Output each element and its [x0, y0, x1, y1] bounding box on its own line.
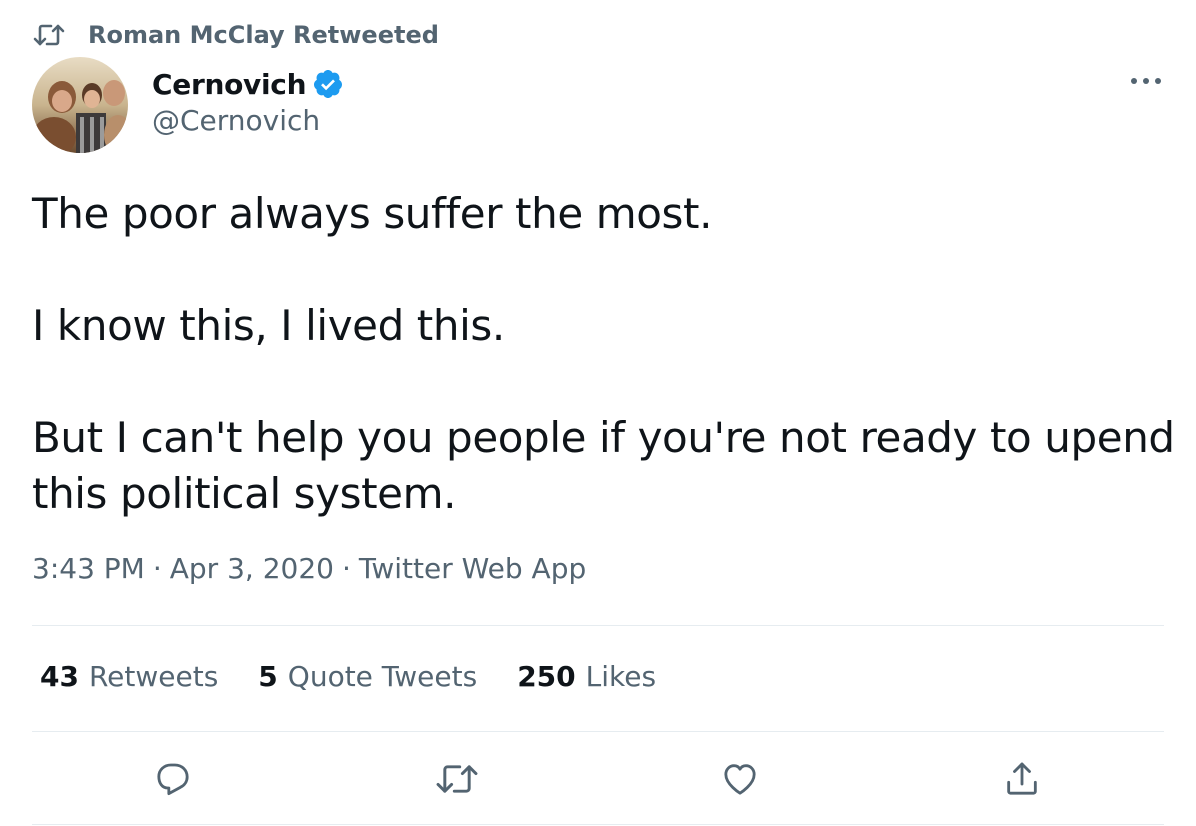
- tweet-line: I know this, I lived this.: [32, 301, 505, 350]
- tweet-time[interactable]: 3:43 PM: [32, 552, 145, 585]
- divider: [32, 731, 1164, 732]
- like-icon[interactable]: [715, 754, 765, 804]
- retweets-stat[interactable]: 43 Retweets: [40, 660, 218, 693]
- likes-label: Likes: [585, 660, 657, 693]
- retweeted-by-label[interactable]: Roman McClay Retweeted: [88, 21, 439, 49]
- tweet-date[interactable]: Apr 3, 2020: [170, 552, 334, 585]
- retweet-icon[interactable]: [432, 754, 482, 804]
- tweet-text: The poor always suffer the most. I know …: [32, 186, 1175, 522]
- more-options-icon[interactable]: [1126, 64, 1166, 98]
- quote-tweets-stat[interactable]: 5 Quote Tweets: [258, 660, 477, 693]
- tweet-line: But I can't help you people if you're no…: [32, 413, 1175, 462]
- retweets-count: 43: [40, 660, 79, 693]
- share-icon[interactable]: [997, 754, 1047, 804]
- avatar[interactable]: [32, 57, 128, 153]
- reply-icon[interactable]: [148, 754, 198, 804]
- tweet-action-bar: [0, 754, 1196, 804]
- retweet-context: Roman McClay Retweeted: [32, 18, 439, 52]
- author-display-name[interactable]: Cernovich: [152, 68, 307, 101]
- tweet-meta: 3:43 PM · Apr 3, 2020 · Twitter Web App: [32, 552, 586, 585]
- tweet-stats: 43 Retweets 5 Quote Tweets 250 Likes: [40, 660, 696, 693]
- likes-count: 250: [517, 660, 576, 693]
- quote-tweets-label: Quote Tweets: [287, 660, 478, 693]
- divider: [32, 625, 1164, 626]
- quote-tweets-count: 5: [258, 660, 278, 693]
- retweets-label: Retweets: [88, 660, 219, 693]
- likes-stat[interactable]: 250 Likes: [517, 660, 656, 693]
- tweet-source[interactable]: Twitter Web App: [359, 552, 586, 585]
- author-handle[interactable]: @Cernovich: [152, 104, 320, 137]
- meta-separator: ·: [341, 552, 351, 585]
- author-name-row[interactable]: Cernovich: [152, 64, 344, 104]
- retweet-icon: [32, 20, 68, 50]
- verified-badge-icon: [312, 68, 344, 100]
- divider: [32, 824, 1164, 825]
- meta-separator: ·: [152, 552, 162, 585]
- tweet-line: this political system.: [32, 469, 457, 518]
- tweet-line: The poor always suffer the most.: [32, 189, 713, 238]
